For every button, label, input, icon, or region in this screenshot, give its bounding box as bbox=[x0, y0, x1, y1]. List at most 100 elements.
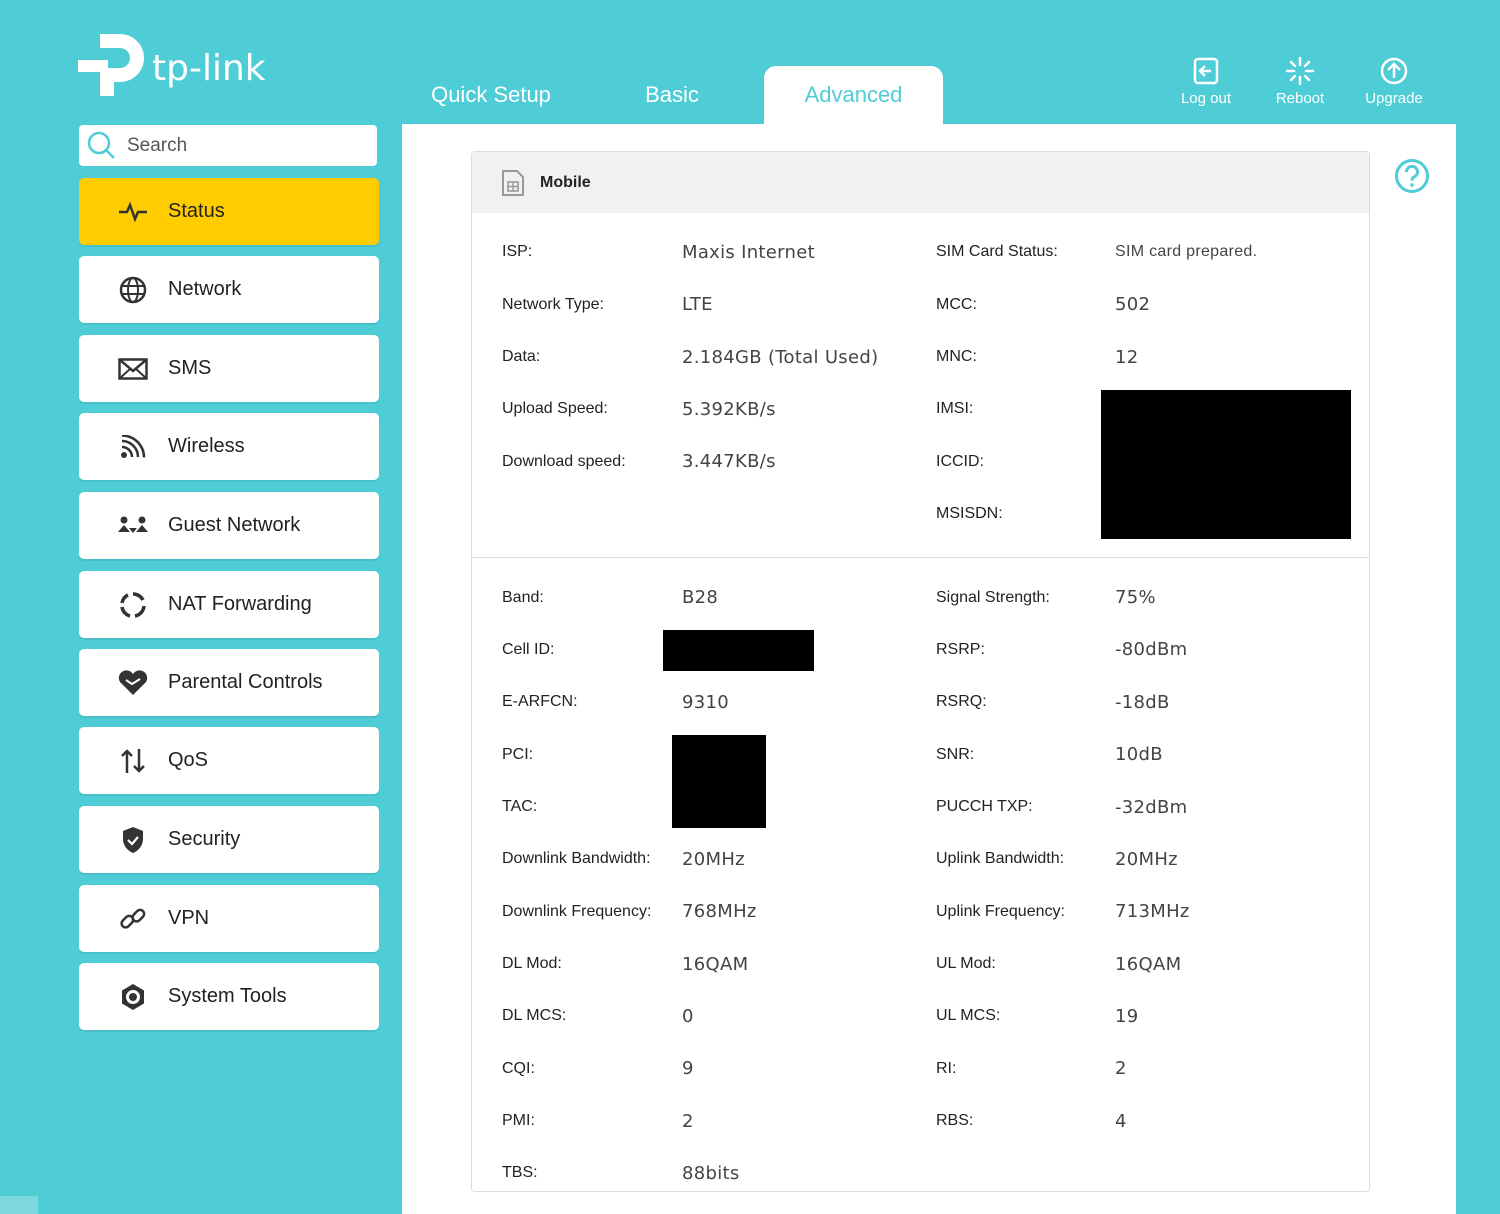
tp-link-logo: tp-link bbox=[78, 28, 278, 102]
help-button[interactable] bbox=[1394, 158, 1430, 199]
msisdn-label: MSISDN: bbox=[936, 505, 1003, 522]
tac-label: TAC: bbox=[502, 798, 538, 815]
cqi-value: 9 bbox=[682, 1058, 694, 1079]
sidebar-item-system-tools[interactable]: System Tools bbox=[79, 963, 379, 1030]
sidebar-item-status[interactable]: Status bbox=[79, 178, 379, 245]
dl-mcs-value: 0 bbox=[682, 1006, 694, 1027]
search-icon bbox=[87, 131, 115, 159]
uplink-bandwidth-label: Uplink Bandwidth: bbox=[936, 850, 1065, 867]
sidebar-item-guest-network[interactable]: Guest Network bbox=[79, 492, 379, 559]
sidebar-item-label: NAT Forwarding bbox=[168, 593, 312, 615]
rsrq-label: RSRQ: bbox=[936, 693, 987, 710]
data-label: Data: bbox=[502, 348, 541, 365]
reboot-label: Reboot bbox=[1275, 90, 1325, 107]
tab-basic[interactable]: Basic bbox=[612, 66, 732, 124]
snr-value: 10dB bbox=[1115, 744, 1163, 765]
gear-icon bbox=[117, 981, 149, 1013]
sidebar-item-label: Guest Network bbox=[168, 514, 301, 536]
tab-advanced[interactable]: Advanced bbox=[764, 66, 943, 124]
upgrade-label: Upgrade bbox=[1365, 90, 1423, 107]
pci-label: PCI: bbox=[502, 746, 534, 763]
section-divider bbox=[472, 557, 1369, 558]
pucch-txp-label: PUCCH TXP: bbox=[936, 798, 1033, 815]
search-box bbox=[79, 125, 377, 166]
redacted-block bbox=[1101, 390, 1351, 539]
upload-speed-value: 5.392KB/s bbox=[682, 399, 776, 420]
sidebar-item-label: Wireless bbox=[168, 435, 245, 457]
uplink-bandwidth-value: 20MHz bbox=[1115, 849, 1178, 870]
mcc-label: MCC: bbox=[936, 296, 977, 313]
ri-label: RI: bbox=[936, 1060, 957, 1077]
logout-button[interactable]: Log out bbox=[1166, 56, 1246, 107]
mobile-panel: Mobile ISP: Maxis Internet Network Type:… bbox=[471, 151, 1370, 1192]
tab-quick-setup[interactable]: Quick Setup bbox=[410, 66, 572, 124]
sim-card-icon bbox=[502, 169, 524, 196]
cqi-label: CQI: bbox=[502, 1060, 535, 1077]
rbs-value: 4 bbox=[1115, 1111, 1127, 1132]
guests-icon bbox=[117, 510, 149, 542]
panel-title: Mobile bbox=[540, 173, 591, 191]
sidebar-item-security[interactable]: Security bbox=[79, 806, 379, 873]
rsrp-label: RSRP: bbox=[936, 641, 985, 658]
tbs-label: TBS: bbox=[502, 1164, 538, 1181]
upload-speed-label: Upload Speed: bbox=[502, 400, 608, 417]
brand-name: tp-link bbox=[152, 48, 266, 89]
reboot-button[interactable]: Reboot bbox=[1260, 56, 1340, 107]
tbs-value: 88bits bbox=[682, 1163, 740, 1184]
sidebar-item-label: VPN bbox=[168, 907, 210, 929]
ul-mcs-label: UL MCS: bbox=[936, 1007, 1001, 1024]
envelope-icon bbox=[117, 353, 149, 385]
download-speed-value: 3.447KB/s bbox=[682, 451, 776, 472]
band-value: B28 bbox=[682, 587, 719, 608]
earfcn-value: 9310 bbox=[682, 692, 730, 713]
sidebar-item-label: Network bbox=[168, 278, 242, 300]
logout-label: Log out bbox=[1180, 90, 1232, 107]
sidebar-item-label: QoS bbox=[168, 749, 209, 771]
isp-label: ISP: bbox=[502, 243, 533, 260]
earfcn-label: E-ARFCN: bbox=[502, 693, 578, 710]
band-label: Band: bbox=[502, 589, 544, 606]
rbs-label: RBS: bbox=[936, 1112, 974, 1129]
uplink-frequency-value: 713MHz bbox=[1115, 901, 1190, 922]
logout-icon bbox=[1193, 57, 1219, 85]
ul-mod-value: 16QAM bbox=[1115, 954, 1182, 975]
downlink-bandwidth-label: Downlink Bandwidth: bbox=[502, 850, 651, 867]
dl-mod-value: 16QAM bbox=[682, 954, 749, 975]
ri-value: 2 bbox=[1115, 1058, 1127, 1079]
uplink-frequency-label: Uplink Frequency: bbox=[936, 903, 1065, 920]
mnc-label: MNC: bbox=[936, 348, 977, 365]
sidebar-item-parental-controls[interactable]: Parental Controls bbox=[79, 649, 379, 716]
dl-mod-label: DL Mod: bbox=[502, 955, 562, 972]
ul-mod-label: UL Mod: bbox=[936, 955, 996, 972]
sidebar-item-qos[interactable]: QoS bbox=[79, 727, 379, 794]
globe-icon bbox=[117, 274, 149, 306]
mnc-value: 12 bbox=[1115, 347, 1139, 368]
upgrade-button[interactable]: Upgrade bbox=[1354, 56, 1434, 107]
sidebar-item-sms[interactable]: SMS bbox=[79, 335, 379, 402]
shield-icon bbox=[117, 824, 149, 856]
nat-icon bbox=[117, 589, 149, 621]
rsrq-value: -18dB bbox=[1115, 692, 1170, 713]
sidebar-item-network[interactable]: Network bbox=[79, 256, 379, 323]
downlink-frequency-value: 768MHz bbox=[682, 901, 757, 922]
ul-mcs-value: 19 bbox=[1115, 1006, 1139, 1027]
help-icon bbox=[1395, 159, 1429, 193]
sidebar-item-wireless[interactable]: Wireless bbox=[79, 413, 379, 480]
tp-link-logo-icon bbox=[78, 34, 144, 96]
search-input[interactable] bbox=[127, 134, 357, 157]
pucch-txp-value: -32dBm bbox=[1115, 797, 1188, 818]
heart-icon bbox=[117, 667, 149, 699]
isp-value: Maxis Internet bbox=[682, 242, 815, 263]
imsi-label: IMSI: bbox=[936, 400, 974, 417]
sidebar-item-vpn[interactable]: VPN bbox=[79, 885, 379, 952]
dl-mcs-label: DL MCS: bbox=[502, 1007, 567, 1024]
downlink-bandwidth-value: 20MHz bbox=[682, 849, 745, 870]
sidebar-item-nat-forwarding[interactable]: NAT Forwarding bbox=[79, 571, 379, 638]
panel-header: Mobile bbox=[472, 152, 1369, 213]
updown-arrows-icon bbox=[117, 745, 149, 777]
sim-status-label: SIM Card Status: bbox=[936, 243, 1058, 260]
mcc-value: 502 bbox=[1115, 294, 1151, 315]
sidebar-item-label: SMS bbox=[168, 357, 212, 379]
wifi-icon bbox=[117, 431, 149, 463]
download-speed-label: Download speed: bbox=[502, 453, 626, 470]
